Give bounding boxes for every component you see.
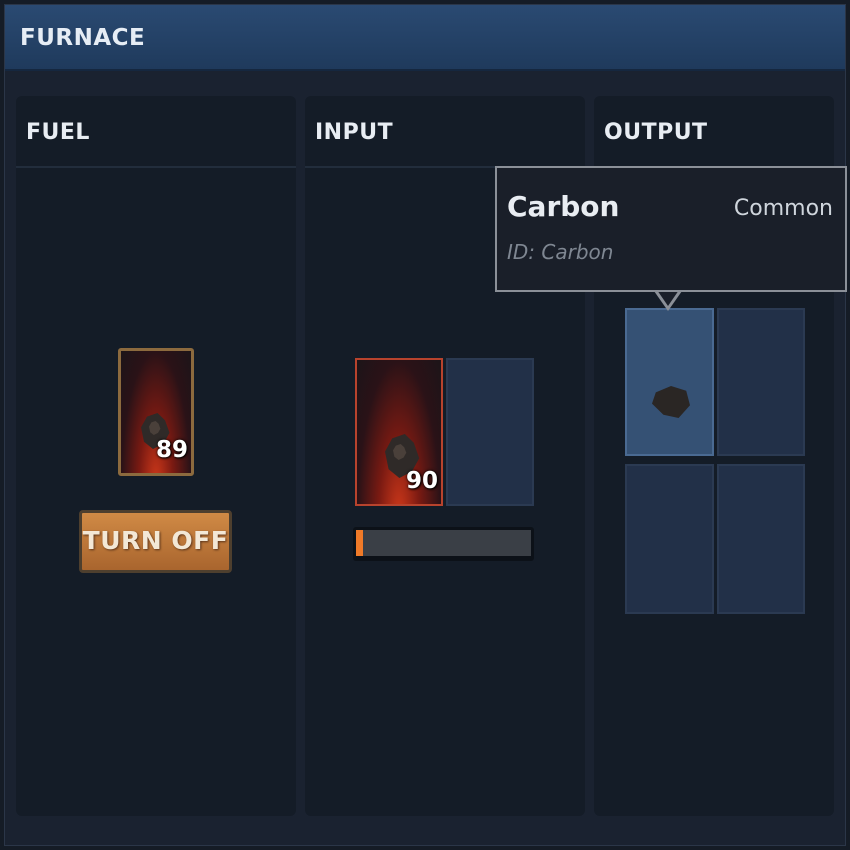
input-panel-header: INPUT [305,96,585,168]
output-panel-title: OUTPUT [604,120,708,145]
tooltip-item-name: Carbon [507,190,620,223]
fuel-panel-title: FUEL [26,120,90,145]
fuel-slot[interactable]: 89 [118,348,194,476]
progress-fill [356,530,363,556]
title-bar[interactable]: FURNACE [5,5,845,71]
output-slot-4[interactable] [717,464,805,614]
fuel-panel-header: FUEL [16,96,296,168]
input-slot-1-count: 90 [405,468,438,494]
fuel-slot-count: 89 [155,437,188,463]
progress-track [356,530,531,556]
output-slot-1[interactable] [625,308,714,456]
smelt-progress-bar [353,527,534,561]
window-title: FURNACE [20,25,146,51]
tooltip-item-rarity: Common [733,196,833,221]
input-panel-title: INPUT [315,120,394,145]
input-slot-1[interactable]: 90 [355,358,443,506]
turn-off-button[interactable]: TURN OFF [79,510,232,573]
input-slot-2[interactable] [446,358,534,506]
tooltip-arrow-inner [657,290,679,306]
output-slot-2[interactable] [717,308,805,456]
item-tooltip: Carbon Common ID: Carbon [495,166,847,292]
output-panel-header: OUTPUT [594,96,834,168]
output-slot-3[interactable] [625,464,714,614]
tooltip-item-id: ID: Carbon [507,240,614,264]
